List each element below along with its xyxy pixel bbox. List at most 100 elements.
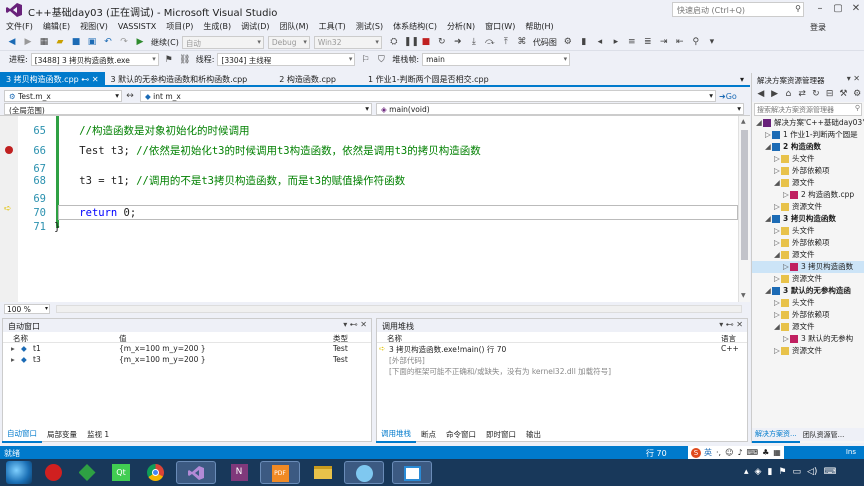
bookmark-prev-icon[interactable]: ◂ [594, 36, 606, 48]
forward-icon[interactable]: ▶ [22, 36, 34, 48]
tree-item[interactable]: ▷ 资源文件 [752, 273, 864, 285]
bookmark-next-icon[interactable]: ▸ [610, 36, 622, 48]
tree-item[interactable]: ◢ 源文件 [752, 177, 864, 189]
tab-locals[interactable]: 局部变量 [42, 427, 82, 442]
function-combo[interactable]: ◈ main(void) ▾ [376, 103, 744, 115]
tree-item[interactable]: ▷ 3 默认的无参构 [752, 333, 864, 345]
code-map-icon[interactable]: ⌘ [516, 36, 528, 48]
chrome-icon[interactable] [142, 461, 168, 484]
tree-item[interactable]: ◢ 2 构造函数 [752, 141, 864, 153]
expanded-chevron-icon[interactable]: ◢ [774, 177, 781, 189]
tab-watch-1[interactable]: 监视 1 [82, 427, 114, 442]
minimize-button[interactable]: – [812, 2, 828, 16]
expanded-chevron-icon[interactable]: ◢ [765, 285, 772, 297]
toolbox-icon[interactable]: ▦ [773, 448, 781, 457]
green-app-icon[interactable] [74, 461, 100, 484]
menu-view[interactable]: 视图(V) [80, 21, 108, 32]
ime-toolbar[interactable]: S 英 ·, ☺ ♪ ⌨ ♣ ▦ [688, 446, 784, 459]
emoji-icon[interactable]: ☺ [725, 448, 733, 457]
back-icon[interactable]: ◀ [756, 88, 766, 100]
tab-autos[interactable]: 自动窗口 [2, 426, 42, 443]
tree-item[interactable]: ◢ 源文件 [752, 249, 864, 261]
onenote-icon[interactable]: N [226, 461, 252, 484]
tree-item[interactable]: ▷ 头文件 [752, 153, 864, 165]
scrollbar-thumb[interactable] [741, 130, 748, 260]
browse-icon[interactable]: ⛭ [388, 36, 400, 48]
tree-item[interactable]: ▷ 3 拷贝构造函数 [752, 261, 864, 273]
collapsed-chevron-icon[interactable]: ▷ [774, 237, 781, 249]
properties-icon[interactable]: ⚒ [839, 88, 849, 100]
sync-icon[interactable]: ⇄ [797, 88, 807, 100]
file-type-combo[interactable]: ⚙ Test.m_x ▾ [4, 90, 122, 102]
collapsed-chevron-icon[interactable]: ▷ [774, 225, 781, 237]
tab-constructor-cpp[interactable]: 2 构造函数.cpp [273, 72, 342, 86]
thread-combo[interactable]: [3304] 主线程 ▾ [217, 53, 356, 66]
red-app-icon[interactable] [40, 461, 66, 484]
find-icon[interactable]: ⚲ [690, 36, 702, 48]
keyboard-icon[interactable]: ⌨ [747, 448, 759, 457]
ime-language[interactable]: 英 [704, 447, 712, 458]
filter-icon[interactable]: ⛉ [375, 54, 387, 66]
login-link[interactable]: 登录 [810, 22, 826, 33]
expanded-chevron-icon[interactable]: ◢ [774, 249, 781, 261]
collapsed-chevron-icon[interactable]: ▷ [783, 189, 790, 201]
code-map-label[interactable]: 代码图 [533, 37, 557, 48]
editor-vertical-scrollbar[interactable]: ▲ ▼ [738, 116, 750, 302]
pause-icon[interactable]: ❚❚ [404, 36, 419, 48]
save-icon[interactable]: ■ [70, 36, 82, 48]
continue-icon[interactable]: ▶ [134, 36, 146, 48]
pin-icon[interactable]: ⊷ [81, 75, 89, 84]
flag-icon[interactable]: ⚐ [359, 54, 371, 66]
tab-circle-intersect-cpp[interactable]: 1 作业1-判断两个圆是否相交.cpp [362, 72, 495, 86]
show-next-statement-icon[interactable]: ➜ [452, 36, 464, 48]
open-folder-icon[interactable]: ▰ [54, 36, 66, 48]
table-row[interactable]: ➪ 3 拷贝构造函数.exe!main() 行 70 C++ [377, 343, 747, 354]
refresh-icon[interactable]: ↻ [811, 88, 821, 100]
restart-icon[interactable]: ↻ [436, 36, 448, 48]
code-line[interactable]: 68 t3 = t1; //调用的不是t3拷贝构造函数，而是t3的赋值操作符函数 [18, 174, 738, 189]
tree-item[interactable]: ▷ 外部依赖项 [752, 237, 864, 249]
tab-list-chevron-icon[interactable]: ▾ [740, 75, 744, 84]
tab-default-constructor-cpp[interactable]: 3 默认的无参构造函数和析构函数.cpp [105, 72, 254, 86]
thread-icon[interactable]: ⛓ [179, 54, 191, 66]
table-row[interactable]: ▸ ◆ t3 {m_x=100 m_y=200 } Test [3, 354, 371, 365]
process-combo[interactable]: [3488] 3 拷贝构造函数.exe ▾ [30, 53, 159, 66]
collapsed-chevron-icon[interactable]: ▷ [774, 153, 781, 165]
tree-item[interactable]: ▷ 资源文件 [752, 345, 864, 357]
expand-icon[interactable]: ▸ [11, 355, 15, 364]
tab-team-explorer[interactable]: 团队资源管... [800, 428, 848, 442]
tree-item[interactable]: ▷ 外部依赖项 [752, 165, 864, 177]
collapsed-chevron-icon[interactable]: ▷ [774, 165, 781, 177]
tree-item[interactable]: ▷ 1 作业1-判断两个圆是 [752, 129, 864, 141]
step-over-icon[interactable]: ⤼ [484, 36, 496, 48]
horizontal-scrollbar[interactable] [56, 304, 742, 313]
step-out-icon[interactable]: ⤒ [500, 36, 512, 48]
tab-command-window[interactable]: 命令窗口 [441, 427, 481, 442]
go-button[interactable]: ➜Go [719, 92, 737, 101]
table-row[interactable]: [下面的框架可能不正确和/或缺失，没有为 kernel32.dll 加载符号] [377, 365, 747, 376]
collapse-all-icon[interactable]: ⊟ [825, 88, 835, 100]
tree-item[interactable]: ◢ 源文件 [752, 321, 864, 333]
tree-item[interactable]: ◢ 解决方案'C++基础day03' [752, 117, 864, 129]
tray-app-icon[interactable]: ◈ [755, 467, 762, 477]
display-icon[interactable]: ▭ [792, 467, 801, 477]
code-editor[interactable]: ➪ 65 //构造函数是对象初始化的时候调用 66 Test t3; //依然是初… [0, 116, 750, 302]
collapsed-chevron-icon[interactable]: ▷ [774, 297, 781, 309]
tab-copy-constructor-cpp[interactable]: 3 拷贝构造函数.cpp ⊷ ✕ [0, 72, 105, 86]
continue-button-label[interactable]: 继续(C) [151, 37, 179, 48]
menu-architecture[interactable]: 体系结构(C) [393, 21, 437, 32]
close-icon[interactable]: ✕ [92, 75, 99, 84]
menu-build[interactable]: 生成(B) [203, 21, 231, 32]
zoom-combo[interactable]: 100 % ▾ [4, 303, 50, 314]
save-all-icon[interactable]: ▣ [86, 36, 98, 48]
network-icon[interactable]: ▮ [767, 467, 772, 477]
expanded-chevron-icon[interactable]: ◢ [756, 117, 763, 129]
tab-output[interactable]: 输出 [521, 427, 546, 442]
tab-call-stack[interactable]: 调用堆栈 [376, 426, 416, 443]
tree-item[interactable]: ◢ 3 拷贝构造函数 [752, 213, 864, 225]
tree-item[interactable]: ▷ 头文件 [752, 225, 864, 237]
solution-search-input[interactable]: 搜索解决方案资源管理器 ⚲ [754, 103, 862, 116]
split-icon[interactable]: ↔ [124, 90, 136, 102]
expanded-chevron-icon[interactable]: ◢ [765, 141, 772, 153]
menu-edit[interactable]: 编辑(E) [43, 21, 70, 32]
